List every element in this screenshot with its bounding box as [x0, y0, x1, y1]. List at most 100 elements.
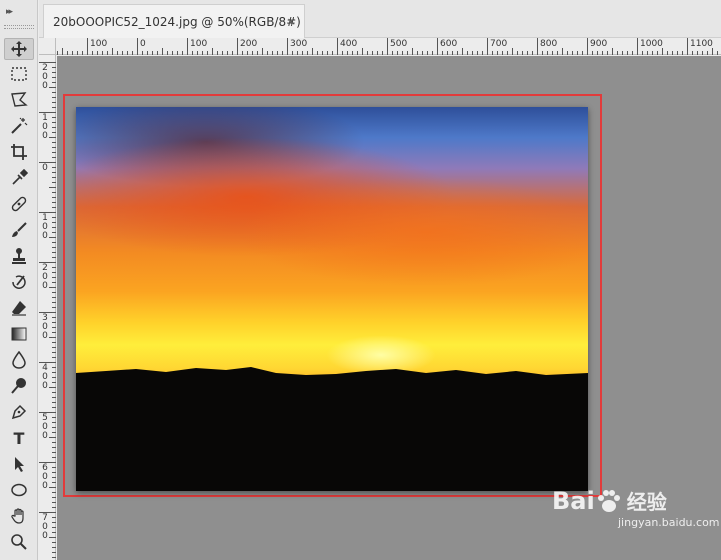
ruler-label: 1000 [640, 39, 663, 49]
ruler-minor-tick [432, 51, 433, 55]
path-selection-tool-button[interactable] [4, 453, 34, 475]
ruler-minor-tick [407, 51, 408, 55]
ruler-minor-tick [52, 202, 56, 203]
ruler-minor-tick [417, 51, 418, 55]
ruler-minor-tick [97, 51, 98, 55]
ruler-major-tick [537, 38, 538, 55]
ruler-minor-tick [52, 272, 56, 273]
ruler-minor-tick [227, 51, 228, 55]
ruler-minor-tick [52, 402, 56, 403]
panel-grip[interactable] [4, 25, 34, 29]
ruler-minor-tick [52, 547, 56, 548]
eraser-tool-button[interactable] [4, 297, 34, 319]
ruler-label: 0 [140, 39, 146, 49]
ruler-minor-tick [92, 51, 93, 55]
spot-healing-brush-tool-button[interactable] [4, 193, 34, 215]
ruler-minor-tick [72, 51, 73, 55]
ruler-minor-tick [52, 122, 56, 123]
crop-tool-button[interactable] [4, 141, 34, 163]
ruler-minor-tick [52, 317, 56, 318]
ruler-minor-tick [52, 147, 56, 148]
ruler-label: 900 [590, 39, 608, 49]
zoom-tool-button[interactable] [4, 531, 34, 553]
eyedropper-icon [12, 169, 28, 185]
history-brush-tool-button[interactable] [4, 271, 34, 293]
blur-tool-button[interactable] [4, 349, 34, 371]
ruler-minor-tick [52, 267, 56, 268]
horizontal-ruler[interactable]: 100 0 100 200 300 400 500 600 700 800 900 1000 1100 [56, 38, 721, 55]
ruler-minor-tick [442, 51, 443, 55]
gradient-tool-button[interactable] [4, 323, 34, 345]
ruler-major-tick [487, 38, 488, 55]
ruler-minor-tick [52, 182, 56, 183]
ruler-minor-tick [152, 51, 153, 55]
ruler-minor-tick [467, 51, 468, 55]
ruler-minor-tick [307, 51, 308, 55]
ruler-minor-tick [52, 392, 56, 393]
collapse-panel-icon[interactable]: ▸▸ [6, 7, 13, 17]
ruler-minor-tick [297, 51, 298, 55]
ruler-minor-tick [49, 387, 56, 388]
ruler-minor-tick [212, 48, 213, 55]
ruler-major-tick [687, 38, 688, 55]
ruler-minor-tick [52, 232, 56, 233]
ruler-minor-tick [52, 217, 56, 218]
document-tab[interactable]: 20bOOOPIC52_1024.jpg @ 50%(RGB/8#) × [43, 4, 305, 38]
ruler-minor-tick [52, 422, 56, 423]
document-tab-bar: 20bOOOPIC52_1024.jpg @ 50%(RGB/8#) × [39, 0, 721, 38]
ruler-minor-tick [52, 157, 56, 158]
ruler-minor-tick [49, 187, 56, 188]
ruler-label: 600 [440, 39, 458, 49]
brush-tool-button[interactable] [4, 219, 34, 241]
ruler-label: 1100 [690, 39, 713, 49]
ruler-label: 1 0 0 [42, 213, 48, 241]
clone-stamp-tool-button[interactable] [4, 245, 34, 267]
ellipse-tool-button[interactable] [4, 479, 34, 501]
ruler-minor-tick [197, 51, 198, 55]
ruler-minor-tick [52, 292, 56, 293]
ruler-minor-tick [567, 51, 568, 55]
ruler-minor-tick [692, 51, 693, 55]
dodge-tool-button[interactable] [4, 375, 34, 397]
ruler-minor-tick [517, 51, 518, 55]
ruler-minor-tick [392, 51, 393, 55]
lasso-icon [11, 92, 28, 107]
ruler-minor-tick [52, 477, 56, 478]
ruler-minor-tick [52, 222, 56, 223]
ruler-minor-tick [52, 142, 56, 143]
ruler-origin[interactable] [39, 38, 56, 55]
sunset-photo[interactable] [76, 107, 588, 491]
ruler-minor-tick [49, 487, 56, 488]
ruler-label: 7 0 0 [42, 513, 48, 541]
close-tab-icon[interactable]: × [287, 15, 296, 28]
move-icon [11, 41, 27, 57]
pen-tool-button[interactable] [4, 401, 34, 423]
move-tool-button[interactable] [4, 38, 34, 60]
ruler-minor-tick [412, 48, 413, 55]
ruler-major-tick [387, 38, 388, 55]
ruler-minor-tick [52, 397, 56, 398]
ruler-minor-tick [147, 51, 148, 55]
ruler-label: 6 0 0 [42, 463, 48, 491]
vertical-ruler[interactable]: 2 0 0 1 0 0 0 1 0 0 2 0 0 3 0 0 4 0 0 5 0 0 6 0 … [39, 55, 56, 560]
magic-wand-tool-button[interactable] [4, 115, 34, 137]
ruler-minor-tick [52, 367, 56, 368]
ruler-minor-tick [52, 227, 56, 228]
ruler-minor-tick [52, 417, 56, 418]
polygonal-lasso-tool-button[interactable] [4, 89, 34, 111]
arrow-cursor-icon [15, 457, 24, 472]
ruler-minor-tick [77, 51, 78, 55]
type-tool-button[interactable]: T [4, 427, 34, 449]
ruler-major-tick [587, 38, 588, 55]
ruler-label: 400 [340, 39, 358, 49]
rectangular-marquee-tool-button[interactable] [4, 63, 34, 85]
ruler-minor-tick [272, 51, 273, 55]
ruler-minor-tick [52, 92, 56, 93]
eyedropper-tool-button[interactable] [4, 167, 34, 189]
ruler-major-tick [437, 38, 438, 55]
ruler-minor-tick [167, 51, 168, 55]
ruler-minor-tick [52, 322, 56, 323]
ruler-minor-tick [207, 51, 208, 55]
ruler-minor-tick [622, 51, 623, 55]
hand-tool-button[interactable] [4, 505, 34, 527]
